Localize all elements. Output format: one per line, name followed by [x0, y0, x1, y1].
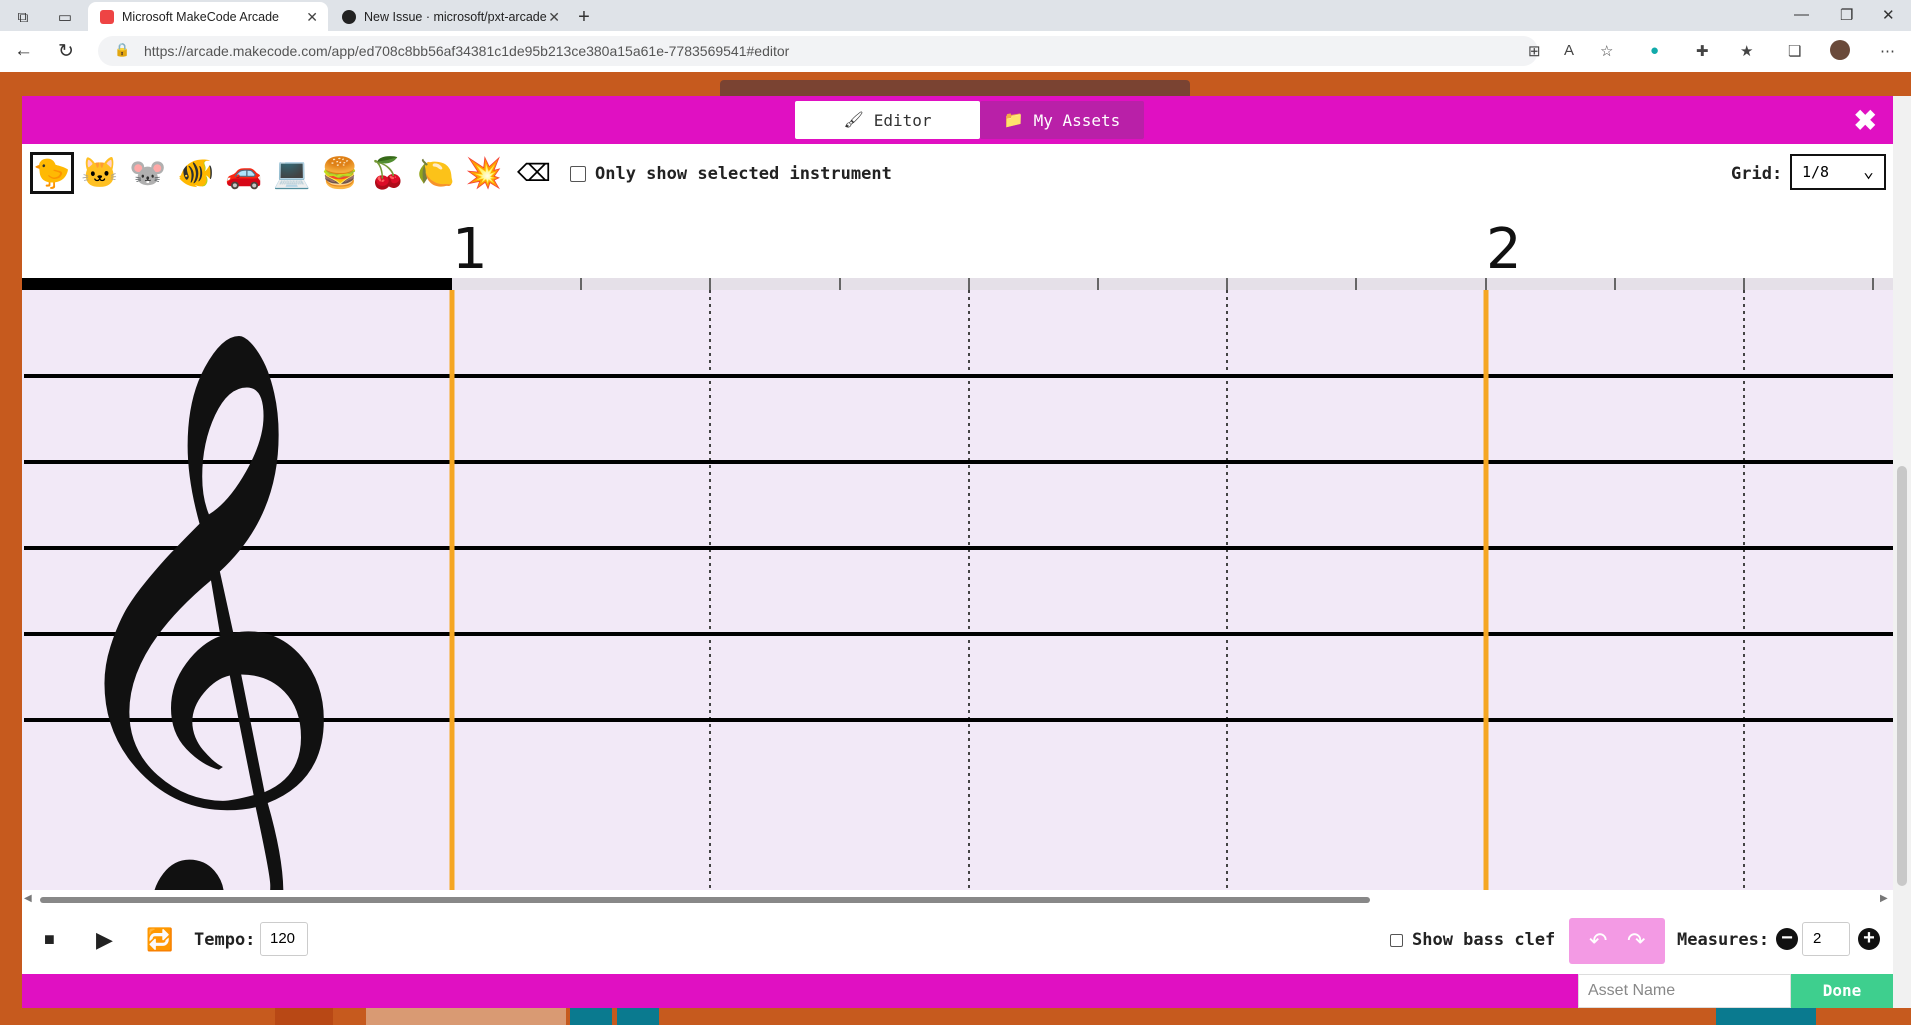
scrollbar-thumb[interactable]: [40, 897, 1370, 903]
page-scrollbar-thumb[interactable]: [1897, 466, 1907, 886]
instrument-cat-icon[interactable]: 🐱: [78, 152, 122, 194]
tempo-label: Tempo:: [194, 930, 256, 950]
url-field[interactable]: 🔒 https://arcade.makecode.com/app/ed708c…: [98, 36, 1538, 66]
play-icon[interactable]: ▶: [96, 927, 113, 953]
instrument-car-icon[interactable]: 🚗: [222, 152, 266, 194]
instrument-mouse-icon[interactable]: 🐭: [126, 152, 170, 194]
playback-bar: ■ ▶ 🔁 Tempo: 120 Show bass clef ↶ ↷ Meas…: [22, 910, 1893, 970]
bg-block: [617, 1008, 659, 1025]
measure-number-2: 2: [1486, 217, 1522, 282]
scroll-left-icon[interactable]: ◀: [24, 893, 32, 904]
loop-icon[interactable]: 🔁: [146, 927, 173, 953]
new-tab-icon[interactable]: +: [573, 6, 595, 28]
extensions-icon[interactable]: ✚: [1696, 42, 1709, 60]
tab-title: Microsoft MakeCode Arcade: [122, 9, 280, 24]
instrument-computer-icon[interactable]: 💻: [270, 152, 314, 194]
bg-block: [1716, 1008, 1816, 1025]
measures-input[interactable]: 2: [1802, 922, 1850, 956]
address-bar: ← ↻ 🔒 https://arcade.makecode.com/app/ed…: [0, 31, 1911, 73]
done-button[interactable]: Done: [1791, 974, 1893, 1008]
page-vertical-scrollbar[interactable]: [1893, 96, 1911, 1008]
bg-block: [366, 1008, 566, 1025]
music-editor-modal: 🖌 Editor 📁 My Assets ✖ 🐤 🐱 🐭 🐠 🚗 💻 🍔 🍒 🍋…: [22, 96, 1893, 1008]
window-close-icon[interactable]: ✕: [1882, 6, 1895, 24]
undo-redo-group: ↶ ↷: [1569, 918, 1665, 964]
tab-editor-label: Editor: [873, 110, 932, 130]
show-bass-clef-checkbox[interactable]: [1390, 933, 1403, 947]
asset-name-input[interactable]: Asset Name: [1578, 974, 1791, 1008]
scroll-right-icon[interactable]: ▶: [1880, 893, 1888, 904]
tab-title: New Issue · microsoft/pxt-arcade: [364, 9, 547, 24]
more-menu-icon[interactable]: ⋯: [1880, 42, 1895, 60]
favorites-icon[interactable]: ★: [1740, 42, 1753, 60]
github-favicon-icon: [342, 9, 356, 24]
playhead-bar: [22, 278, 452, 290]
profile-avatar[interactable]: [1830, 40, 1850, 60]
app-available-icon[interactable]: ⊞: [1528, 42, 1541, 60]
redo-icon[interactable]: ↷: [1627, 928, 1645, 954]
eraser-icon[interactable]: ⌫: [512, 152, 556, 194]
makecode-favicon-icon: [100, 9, 114, 24]
read-aloud-icon[interactable]: A: [1564, 42, 1574, 59]
timeline-ruler[interactable]: [452, 278, 1893, 290]
tempo-input[interactable]: 120: [260, 922, 308, 956]
tab-actions-icon[interactable]: ▭: [54, 6, 76, 28]
extension-m-icon[interactable]: ●: [1650, 42, 1659, 59]
instrument-lemon-icon[interactable]: 🍋: [414, 152, 458, 194]
measures-label: Measures:: [1677, 930, 1770, 950]
folder-icon: 📁: [1003, 112, 1024, 129]
url-text: https://arcade.makecode.com/app/ed708c8b…: [144, 43, 790, 59]
remove-measure-icon[interactable]: −: [1776, 928, 1798, 950]
grid-value: 1/8: [1802, 163, 1830, 181]
instrument-burger-icon[interactable]: 🍔: [318, 152, 362, 194]
back-icon[interactable]: ←: [14, 40, 33, 62]
minimize-icon[interactable]: —: [1794, 6, 1809, 23]
restore-icon[interactable]: ❐: [1840, 6, 1853, 24]
add-measure-icon[interactable]: +: [1858, 928, 1880, 950]
refresh-icon[interactable]: ↻: [58, 40, 74, 63]
paintbrush-icon: 🖌: [843, 112, 864, 129]
treble-clef-icon: 𝄞: [42, 321, 349, 890]
bg-block: [275, 1008, 333, 1025]
instrument-explosion-icon[interactable]: 💥: [462, 152, 506, 194]
undo-icon[interactable]: ↶: [1589, 928, 1607, 954]
bg-block: [570, 1008, 612, 1025]
lock-icon: 🔒: [114, 42, 131, 57]
workspaces-icon[interactable]: ⧉: [12, 6, 34, 28]
instrument-duck-icon[interactable]: 🐤: [30, 152, 74, 194]
collections-icon[interactable]: ❏: [1788, 42, 1801, 60]
only-show-selected-toggle[interactable]: Only show selected instrument: [570, 164, 892, 184]
show-bass-clef-label: Show bass clef: [1412, 930, 1556, 950]
music-staff[interactable]: 1 2 𝄞: [22, 204, 1893, 958]
tab-my-assets[interactable]: 📁 My Assets: [980, 101, 1144, 139]
show-bass-clef-toggle[interactable]: Show bass clef: [1390, 930, 1555, 950]
close-tab-icon[interactable]: ✕: [548, 9, 560, 26]
only-show-label: Only show selected instrument: [595, 164, 892, 184]
modal-header: 🖌 Editor 📁 My Assets ✖: [22, 96, 1893, 144]
grid-select[interactable]: 1/8 ⌄: [1790, 154, 1886, 190]
tab-editor[interactable]: 🖌 Editor: [795, 101, 980, 139]
stop-icon[interactable]: ■: [44, 929, 55, 950]
grid-label: Grid:: [1731, 164, 1783, 184]
staff-svg[interactable]: 1 2 𝄞: [22, 204, 1893, 958]
measure-number-1: 1: [452, 217, 488, 282]
only-show-checkbox[interactable]: [570, 166, 586, 182]
favorite-add-icon[interactable]: ☆: [1600, 42, 1613, 60]
horizontal-scrollbar[interactable]: ◀ ▶: [22, 890, 1893, 910]
instrument-cherries-icon[interactable]: 🍒: [366, 152, 410, 194]
close-modal-icon[interactable]: ✖: [1854, 104, 1877, 137]
close-tab-icon[interactable]: ✕: [306, 9, 318, 26]
tab-my-assets-label: My Assets: [1033, 110, 1121, 130]
browser-tab-github[interactable]: New Issue · microsoft/pxt-arcade ✕: [330, 2, 570, 31]
browser-tab-makecode[interactable]: Microsoft MakeCode Arcade ✕: [88, 2, 328, 31]
instrument-fish-icon[interactable]: 🐠: [174, 152, 218, 194]
browser-tab-bar: ⧉ ▭ Microsoft MakeCode Arcade ✕ New Issu…: [0, 0, 1911, 31]
instrument-toolbar: 🐤 🐱 🐭 🐠 🚗 💻 🍔 🍒 🍋 💥 ⌫ Only show selected…: [22, 144, 1893, 204]
chevron-down-icon: ⌄: [1863, 161, 1874, 182]
modal-footer: Asset Name Done: [22, 974, 1893, 1008]
